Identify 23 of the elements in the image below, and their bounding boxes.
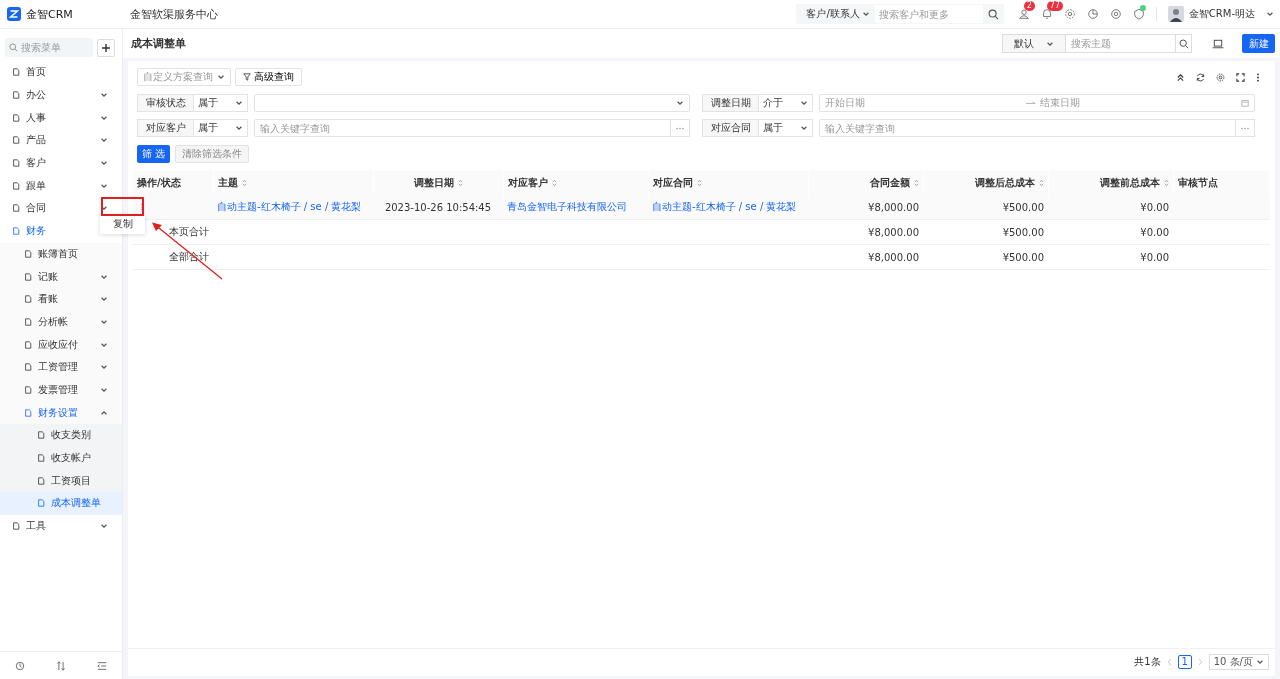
table-cell: ¥8,000.00 — [868, 201, 919, 213]
filter-label: 调整日期 — [702, 94, 759, 112]
table-cell: ¥500.00 — [1002, 226, 1044, 238]
summary-label: 本页合计 — [169, 226, 209, 237]
table-cell: ¥0.00 — [1140, 201, 1169, 213]
filter-label: 审核状态 — [137, 94, 194, 112]
table-cell: ¥8,000.00 — [868, 226, 919, 238]
logo-text: 金智CRM — [26, 6, 73, 22]
end-date-placeholder: 结束日期 — [1040, 96, 1081, 110]
table-cell: ¥500.00 — [1002, 201, 1044, 213]
start-date-placeholder: 开始日期 — [825, 96, 866, 110]
count-badge: 77 — [1046, 1, 1063, 11]
table-cell: ¥0.00 — [1140, 251, 1169, 263]
page-title: 成本调整单 — [131, 36, 187, 51]
app-title: 金智软渠服务中心 — [130, 6, 219, 22]
table-cell: 2023-10-26 10:54:45 — [384, 201, 492, 213]
filter-label: 对应客户 — [137, 119, 194, 137]
table-cell: ¥8,000.00 — [868, 251, 919, 263]
table-cell: ¥500.00 — [1002, 251, 1044, 263]
total-count: 共1条 — [1134, 655, 1161, 669]
table-cell: ¥0.00 — [1140, 226, 1169, 238]
count-badge: 2 — [1023, 1, 1035, 11]
filter-label: 对应合同 — [702, 119, 759, 137]
